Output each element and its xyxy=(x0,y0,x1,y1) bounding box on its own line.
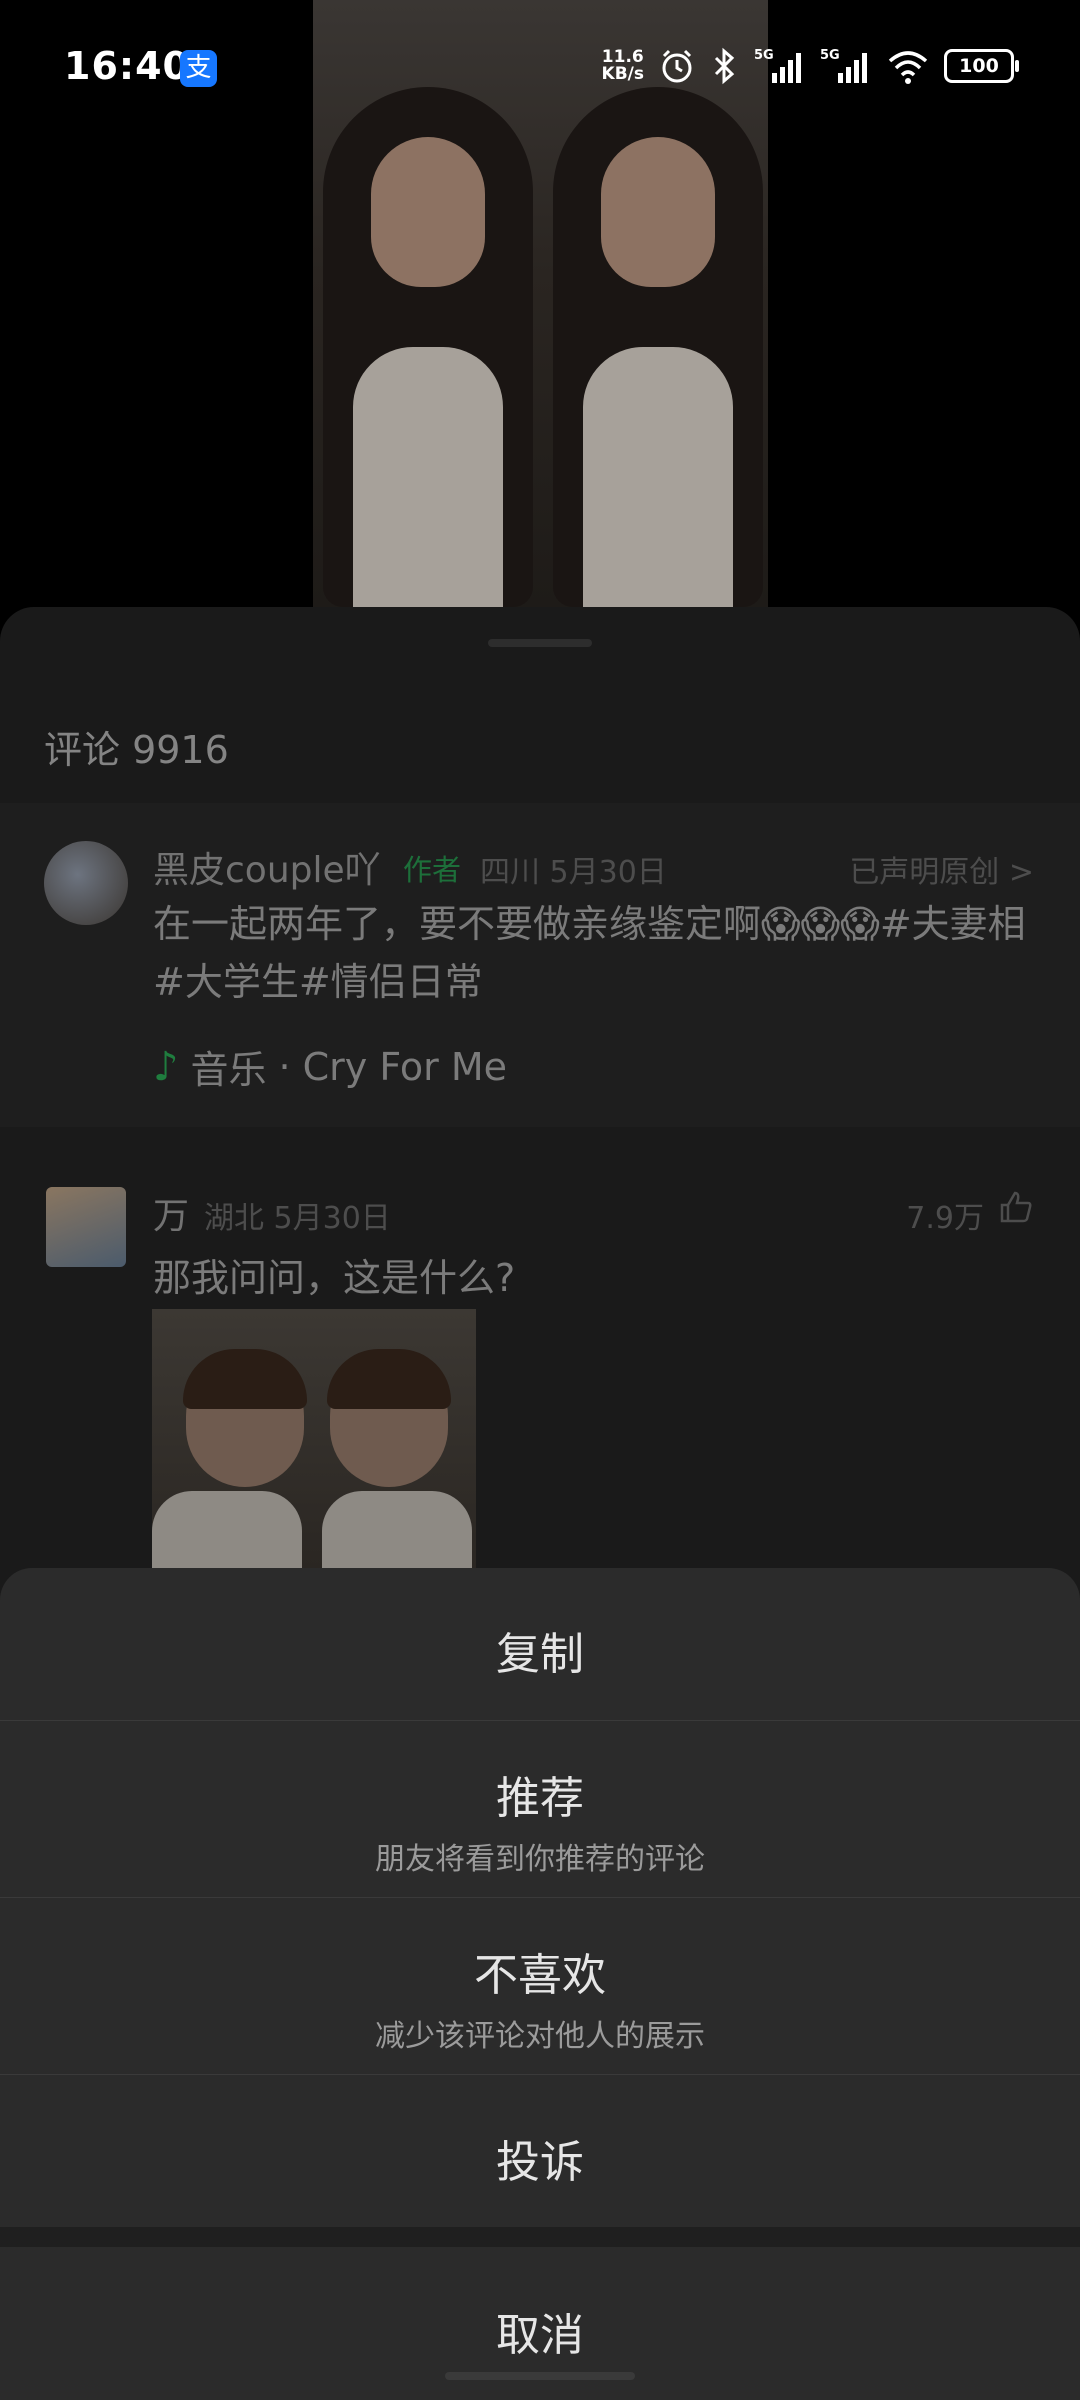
commenter-name[interactable]: 万 xyxy=(153,1187,189,1239)
home-indicator[interactable] xyxy=(445,2372,635,2380)
music-link[interactable]: ♪ 音乐 · Cry For Me xyxy=(153,1039,507,1094)
copy-button[interactable]: 复制 xyxy=(0,1568,1080,1721)
bluetooth-icon xyxy=(714,47,735,85)
post-text: 在一起两年了，要不要做亲缘鉴定啊😱😱😱#夫妻相#大学生#情侣日常 xyxy=(153,902,1026,1004)
music-title: Cry For Me xyxy=(302,1044,507,1089)
wifi-icon xyxy=(888,51,928,84)
original-declaration-link[interactable]: 已声明原创 > xyxy=(849,847,1034,891)
alarm-icon xyxy=(662,49,692,83)
signal-icon-2: 5G xyxy=(820,48,867,83)
comment-action-sheet: 复制 推荐 朋友将看到你推荐的评论 不喜欢 减少该评论对他人的展示 投诉 取消 xyxy=(0,1568,1080,2400)
author-post[interactable]: 黑皮couple吖 作者 四川 5月30日 已声明原创 > 在一起两年了，要不要… xyxy=(0,803,1080,1127)
svg-text:5G: 5G xyxy=(754,48,774,63)
report-button[interactable]: 投诉 xyxy=(0,2074,1080,2227)
battery-indicator: 100 xyxy=(944,49,1019,83)
author-name[interactable]: 黑皮couple吖 xyxy=(153,841,381,893)
dislike-button[interactable]: 不喜欢 减少该评论对他人的展示 xyxy=(0,1897,1080,2075)
status-bar: 16:40 支 11.6 KB/s 5G 5G 100 xyxy=(0,0,1080,120)
sheet-divider xyxy=(0,2227,1080,2247)
status-icons: 11.6 KB/s 5G 5G 100 xyxy=(601,46,1019,86)
comment-text: 那我问问，这是什么? xyxy=(153,1256,516,1300)
alipay-icon: 支 xyxy=(180,50,217,87)
comment-image[interactable] xyxy=(152,1309,476,1571)
video-person-right xyxy=(553,87,763,607)
music-separator: · xyxy=(278,1044,291,1089)
recommend-button[interactable]: 推荐 朋友将看到你推荐的评论 xyxy=(0,1720,1080,1898)
comment-location-date: 湖北 5月30日 xyxy=(204,1201,391,1236)
music-prefix: 音乐 xyxy=(190,1048,267,1092)
thumbs-up-icon[interactable] xyxy=(998,1189,1034,1225)
status-time: 16:40 xyxy=(64,44,190,88)
video-person-left xyxy=(323,87,533,607)
author-avatar[interactable] xyxy=(44,841,128,925)
comments-title: 评论 9916 xyxy=(44,728,229,772)
post-location-date: 四川 5月30日 xyxy=(480,855,667,890)
author-badge: 作者 xyxy=(403,853,462,887)
recommend-description: 朋友将看到你推荐的评论 xyxy=(375,1842,705,1877)
comment-like-count: 7.9万 xyxy=(906,1201,984,1236)
svg-text:5G: 5G xyxy=(820,48,840,63)
sheet-drag-handle[interactable] xyxy=(488,639,592,647)
dislike-description: 减少该评论对他人的展示 xyxy=(375,2019,705,2054)
commenter-avatar[interactable] xyxy=(46,1187,126,1267)
music-note-icon: ♪ xyxy=(153,1043,179,1090)
signal-icon-1: 5G xyxy=(754,48,801,83)
net-speed: 11.6 KB/s xyxy=(601,47,644,84)
